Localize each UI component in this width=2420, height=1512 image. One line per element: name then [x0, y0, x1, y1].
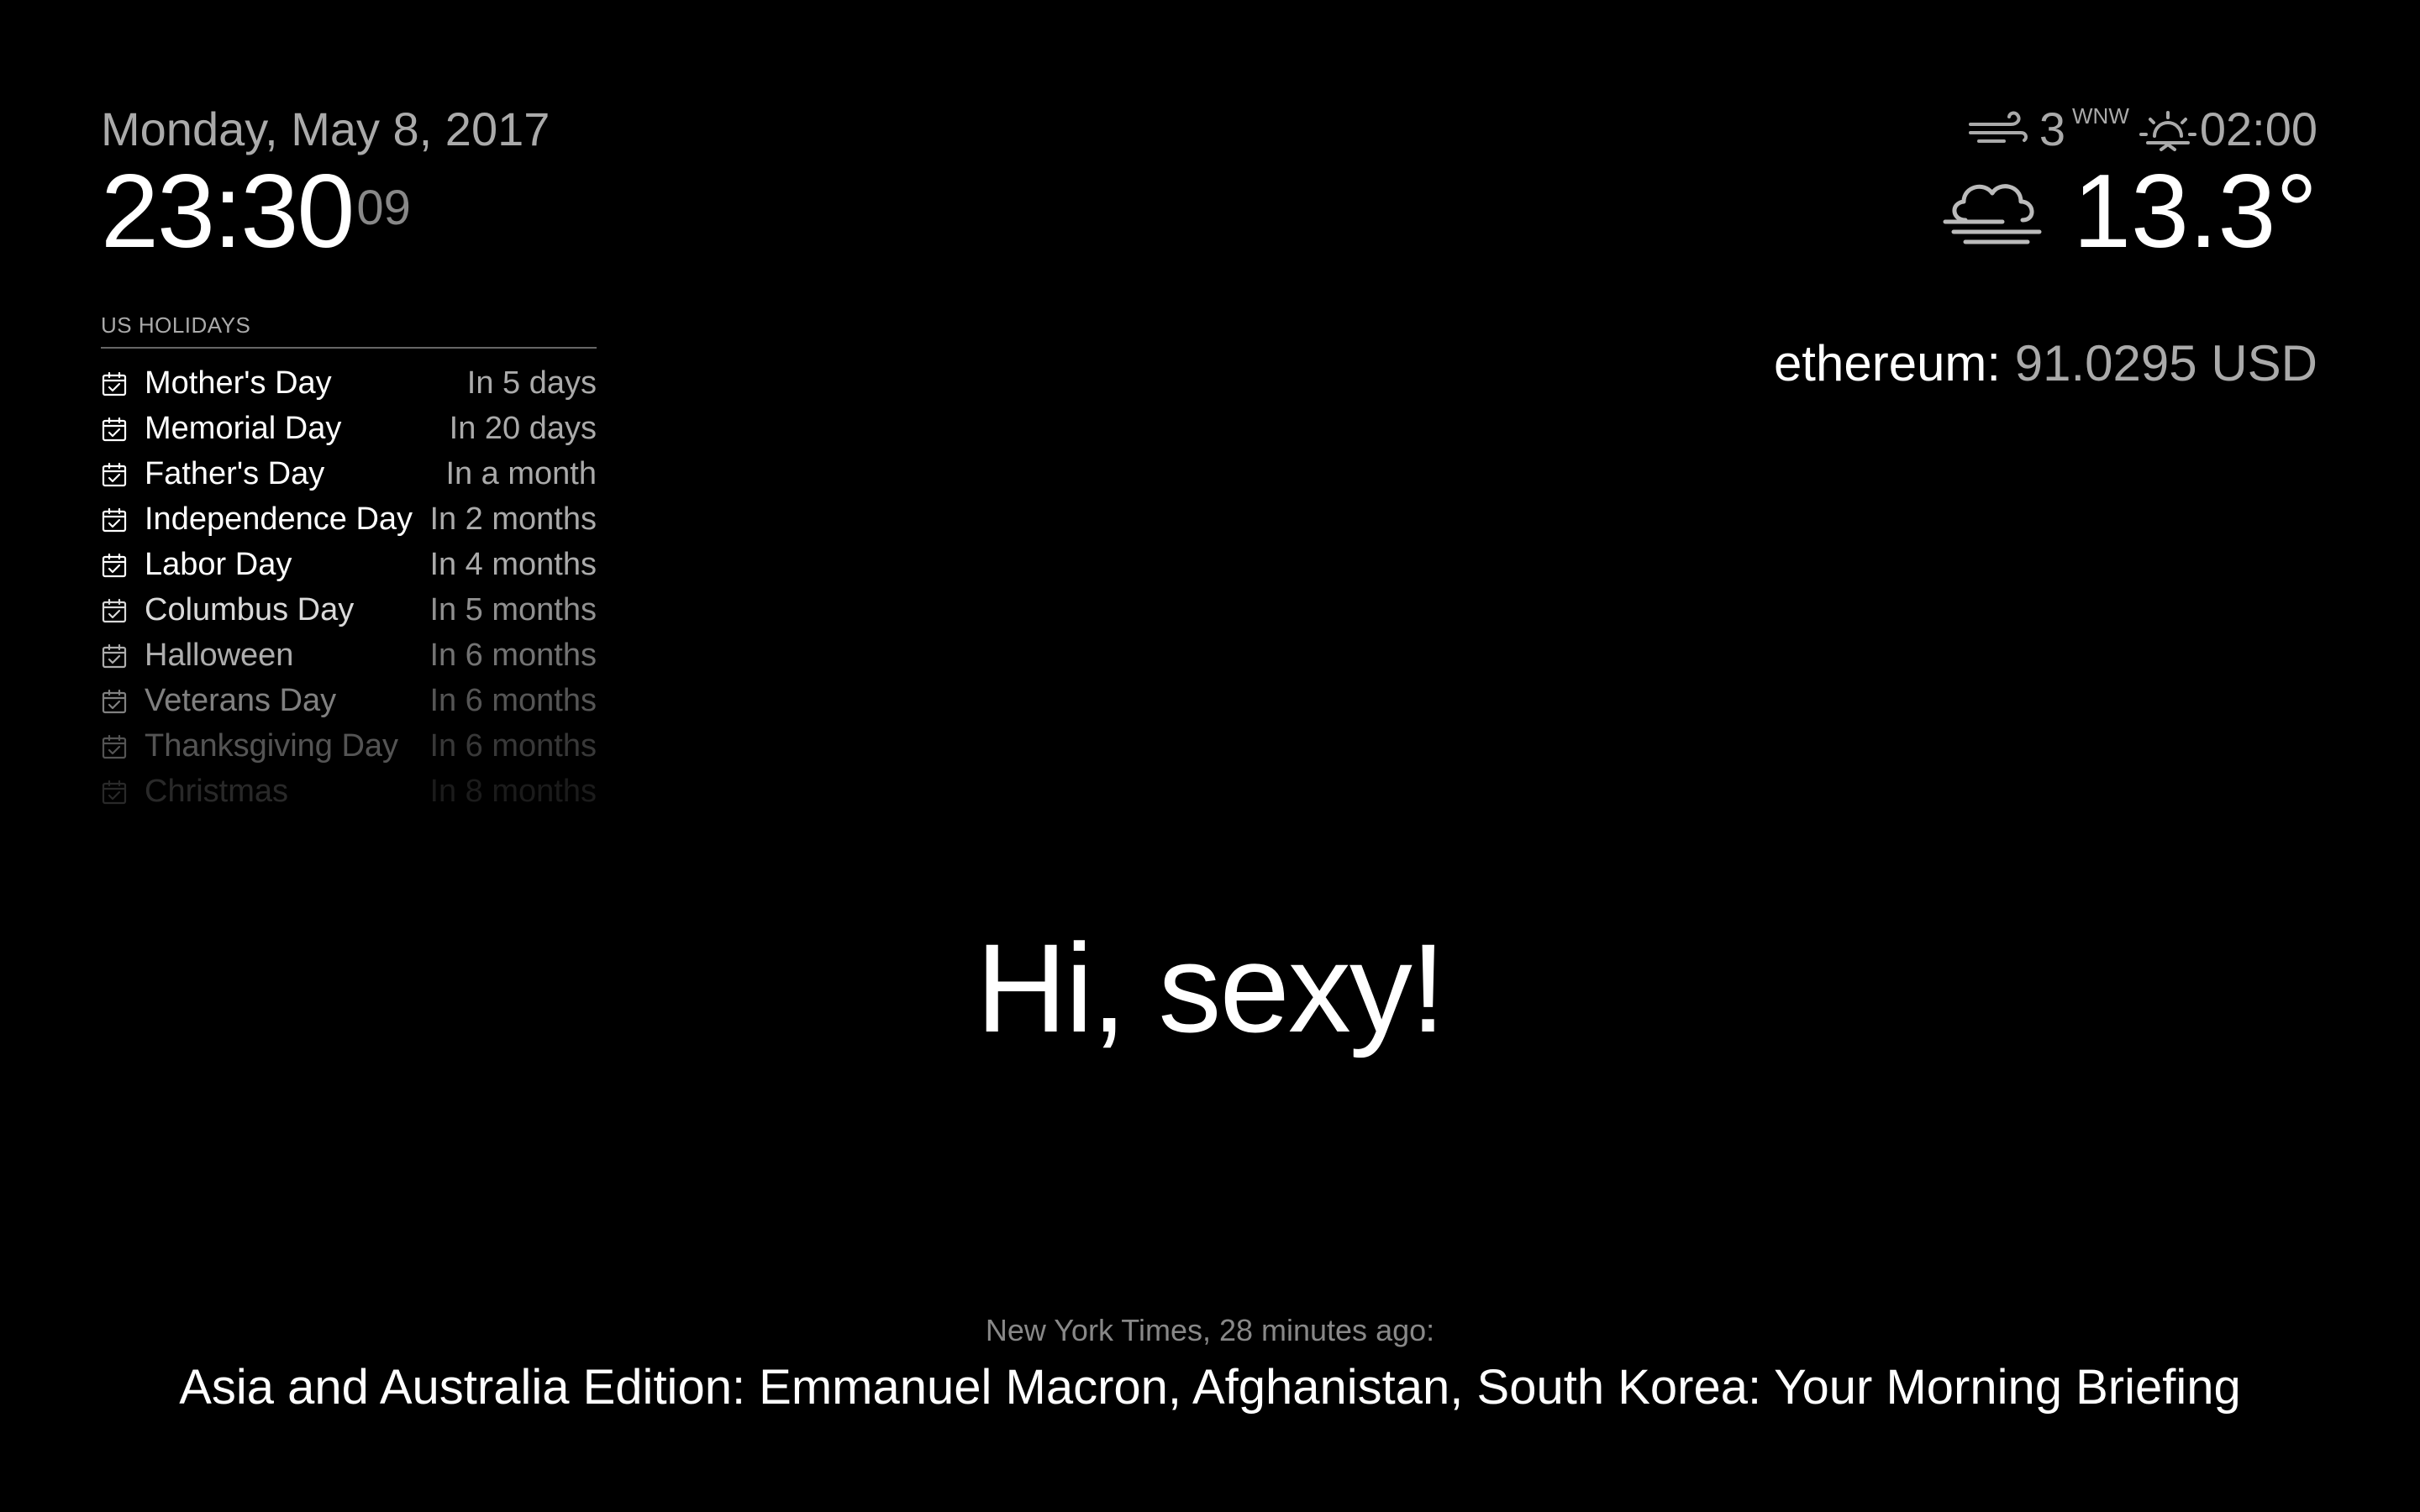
compliment-text: Hi, sexy!: [976, 917, 1445, 1058]
calendar-check-icon: [101, 642, 128, 669]
crypto-ticker: ethereum: 91.0295 USD: [1774, 334, 2317, 392]
calendar-header: US HOLIDAYS: [101, 312, 597, 349]
windy-icon: [1967, 106, 2031, 153]
clock-hours-minutes: 23:30: [101, 154, 355, 270]
calendar-event-title: Independence Day: [145, 501, 413, 537]
calendar-event-time: In 2 months: [429, 501, 597, 537]
magic-mirror-screen: Monday, May 8, 2017 23:3009 US HOLIDAYS …: [0, 0, 2420, 1512]
calendar-event: Memorial Day In 20 days: [101, 406, 597, 451]
clock-seconds: 09: [356, 181, 411, 235]
calendar-event: Halloween In 6 months: [101, 633, 597, 678]
news-headline: Asia and Australia Edition: Emmanuel Mac…: [179, 1360, 2241, 1415]
calendar-check-icon: [101, 460, 128, 487]
calendar-event: Thanksgiving Day In 6 months: [101, 723, 597, 769]
calendar-event: Father's Day In a month: [101, 451, 597, 496]
calendar-event: Veterans Day In 6 months: [101, 678, 597, 723]
calendar-event-title: Thanksgiving Day: [145, 727, 399, 764]
news-source: New York Times, 28 minutes ago:: [985, 1313, 1435, 1347]
calendar-check-icon: [101, 370, 128, 396]
crypto-price: 91.0295 USD: [2014, 335, 2317, 391]
calendar-event-time: In 8 months: [429, 773, 597, 809]
calendar-event-title: Memorial Day: [145, 410, 342, 446]
crypto-coin-label: ethereum:: [1773, 335, 2002, 391]
calendar-event-time: In a month: [445, 455, 597, 491]
calendar-event-title: Columbus Day: [145, 591, 355, 627]
sunrise-icon: [2136, 106, 2200, 153]
current-temperature: 13.3°: [2073, 154, 2317, 270]
calendar-check-icon: [101, 506, 128, 533]
wind-direction: WNW: [2072, 103, 2129, 129]
wind-speed: 3: [2039, 102, 2065, 155]
sunrise-time: 02:00: [2199, 102, 2317, 155]
cloudy-fog-icon: [1940, 170, 2049, 254]
calendar-check-icon: [101, 596, 128, 623]
calendar-event-title: Mother's Day: [145, 365, 332, 401]
calendar-check-icon: [101, 415, 128, 442]
weather-module: 3 WNW 02:00 13.3°: [1940, 99, 2317, 270]
calendar-event-time: In 6 months: [429, 727, 597, 764]
calendar-event: Mother's Day In 5 days: [101, 360, 597, 406]
calendar-event-time: In 20 days: [449, 410, 597, 446]
calendar-event-time: In 5 months: [429, 591, 597, 627]
calendar-event-time: In 4 months: [429, 546, 597, 582]
calendar-event-title: Father's Day: [145, 455, 325, 491]
calendar-event: Labor Day In 4 months: [101, 542, 597, 587]
newsfeed-module: New York Times, 28 minutes ago: Asia and…: [0, 1310, 2420, 1421]
calendar-event-title: Halloween: [145, 637, 294, 673]
clock-date: Monday, May 8, 2017: [101, 102, 550, 155]
calendar-check-icon: [101, 551, 128, 578]
calendar-event-title: Veterans Day: [145, 682, 337, 718]
calendar-event-time: In 5 days: [466, 365, 597, 401]
clock-time: 23:3009: [101, 160, 550, 291]
calendar-module: US HOLIDAYS Mother's Day In 5 days Memoria…: [101, 312, 597, 814]
calendar-event: Christmas In 8 months: [101, 769, 597, 814]
calendar-check-icon: [101, 732, 128, 759]
calendar-event-time: In 6 months: [429, 637, 597, 673]
calendar-event: Columbus Day In 5 months: [101, 587, 597, 633]
weather-current-row: 13.3°: [1940, 154, 2317, 270]
calendar-check-icon: [101, 687, 128, 714]
calendar-event-list: Mother's Day In 5 days Memorial Day In 20 d…: [101, 360, 597, 814]
calendar-event-title: Christmas: [145, 773, 289, 809]
weather-details-row: 3 WNW 02:00: [1940, 99, 2317, 160]
clock-module: Monday, May 8, 2017 23:3009: [101, 99, 550, 291]
calendar-event-time: In 6 months: [429, 682, 597, 718]
calendar-event-title: Labor Day: [145, 546, 292, 582]
calendar-check-icon: [101, 778, 128, 805]
calendar-event: Independence Day In 2 months: [101, 496, 597, 542]
